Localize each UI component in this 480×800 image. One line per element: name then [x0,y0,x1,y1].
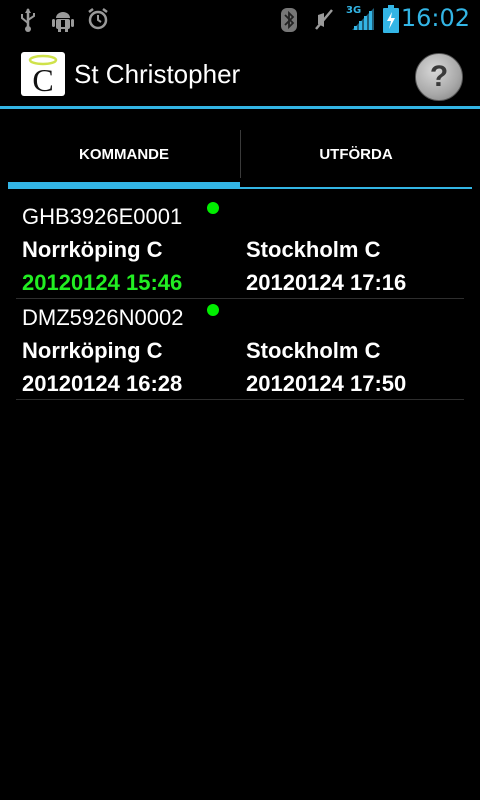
arrival-time: 20120124 17:16 [246,270,407,295]
list-item[interactable]: GHB3926E0001 Norrköping C Stockholm C 20… [16,198,464,299]
arrival-time: 20120124 17:50 [246,371,407,396]
android-debug-icon [52,12,74,32]
departure-time: 20120124 15:46 [22,270,183,295]
to-station: Stockholm C [246,237,381,262]
status-dot [207,202,219,214]
help-icon: ? [429,60,449,93]
battery-charging-icon [383,5,399,33]
from-station: Norrköping C [22,237,163,262]
app-title: St Christopher [74,59,241,89]
tab-bar: KOMMANDE UTFÖRDA [8,130,472,190]
tab-underline [240,187,472,189]
departure-time: 20120124 16:28 [22,371,183,396]
status-dot [207,304,219,316]
logo-letter: C [32,62,53,96]
status-bar: 3G 16:02 [0,0,480,38]
action-bar-divider [0,106,480,109]
app-logo: C [21,52,65,96]
help-button[interactable]: ? [415,53,463,101]
action-bar: C St Christopher ? [0,38,480,108]
alarm-icon [88,8,108,30]
tab-kommande[interactable]: KOMMANDE [8,130,240,182]
usb-icon [21,8,35,32]
to-station: Stockholm C [246,338,381,363]
from-station: Norrköping C [22,338,163,363]
status-time: 16:02 [400,4,470,32]
tab-selected-indicator [8,182,240,189]
trip-id: DMZ5926N0002 [22,305,184,330]
bluetooth-icon [281,8,297,32]
halo-icon: C [28,54,58,96]
trip-list: GHB3926E0001 Norrköping C Stockholm C 20… [16,198,464,400]
tab-utforda[interactable]: UTFÖRDA [240,130,472,182]
list-item[interactable]: DMZ5926N0002 Norrköping C Stockholm C 20… [16,299,464,400]
signal-icon [352,8,374,30]
mute-icon [315,9,333,30]
trip-id: GHB3926E0001 [22,204,183,229]
